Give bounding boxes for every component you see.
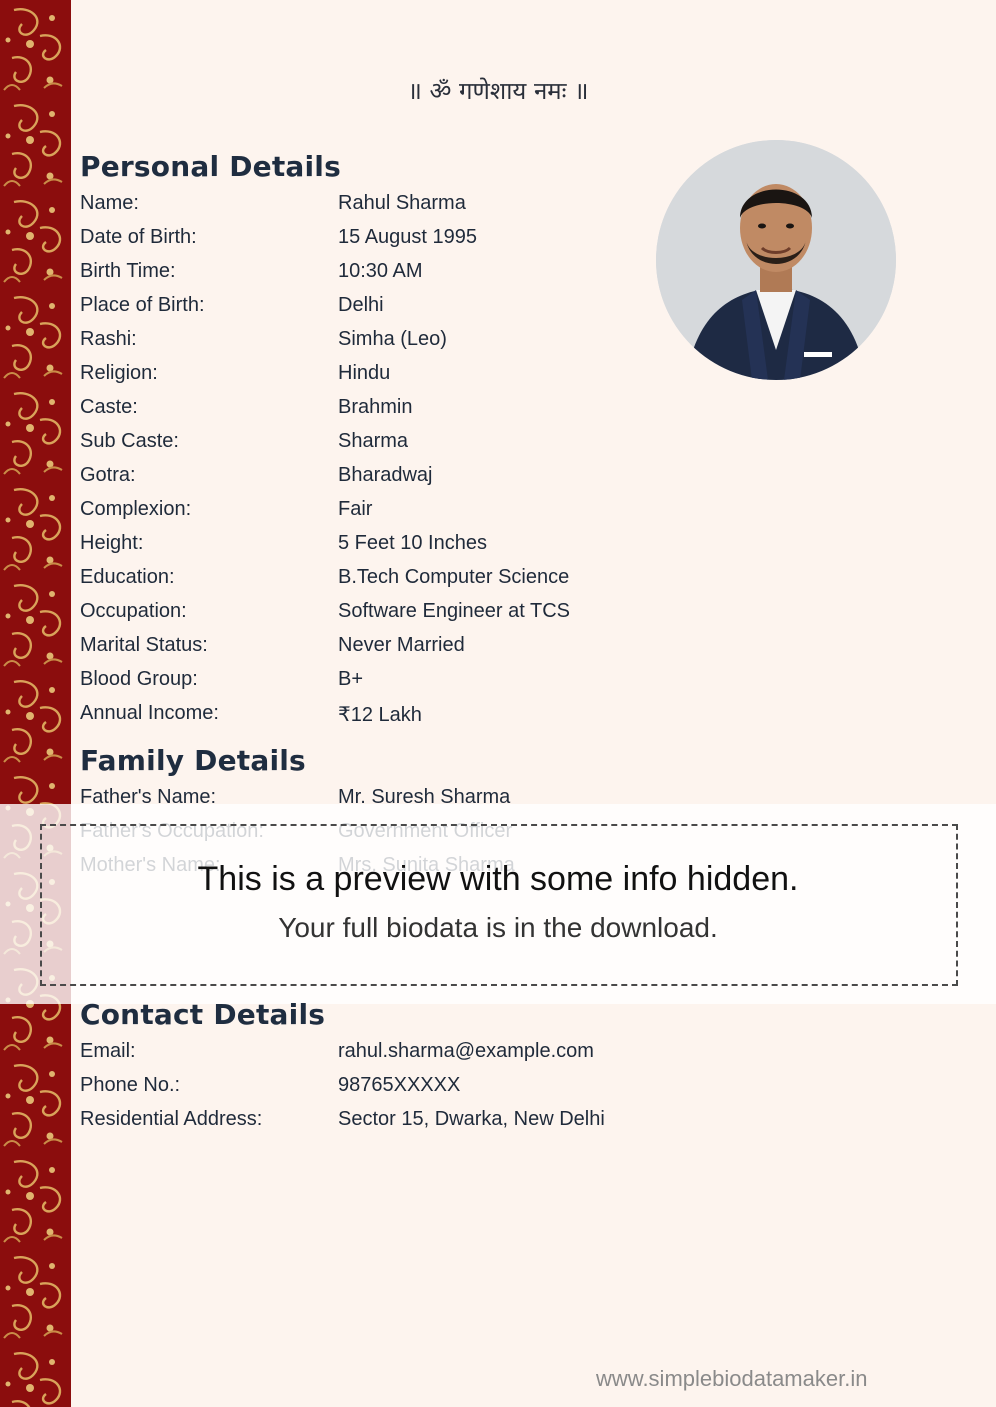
personal-detail-value: Sharma [338, 430, 409, 452]
personal-detail-label: Date of Birth: [80, 226, 197, 248]
personal-detail-label: Name: [80, 192, 139, 214]
personal-detail-value: Bharadwaj [338, 464, 433, 486]
personal-detail-value: Never Married [338, 634, 465, 656]
personal-detail-value: Fair [338, 498, 373, 520]
personal-detail-label: Caste: [80, 396, 138, 418]
personal-detail-value: 10:30 AM [338, 260, 423, 282]
personal-detail-label: Marital Status: [80, 634, 208, 656]
personal-detail-label: Annual Income: [80, 702, 219, 724]
personal-detail-label: Education: [80, 566, 175, 588]
personal-detail-value: B.Tech Computer Science [338, 566, 570, 588]
family-details-heading: Family Details [80, 744, 306, 777]
personal-detail-value: Rahul Sharma [338, 192, 466, 214]
personal-details-heading: Personal Details [80, 150, 341, 183]
personal-detail-value: Simha (Leo) [338, 328, 447, 350]
personal-detail-label: Height: [80, 532, 144, 554]
personal-detail-value: ₹12 Lakh [338, 704, 422, 726]
personal-detail-label: Occupation: [80, 600, 187, 622]
personal-detail-value: B+ [338, 668, 364, 690]
profile-photo [656, 140, 896, 380]
website-watermark: www.simplebiodatamaker.in [596, 1366, 868, 1391]
personal-detail-label: Gotra: [80, 464, 136, 486]
preview-notice-subtitle: Your full biodata is in the download. [278, 912, 718, 943]
contact-details-heading: Contact Details [80, 998, 326, 1031]
contact-detail-value: 98765XXXXX [338, 1074, 461, 1096]
personal-detail-label: Religion: [80, 362, 158, 384]
personal-detail-value: Software Engineer at TCS [338, 600, 570, 622]
contact-detail-label: Email: [80, 1040, 136, 1062]
personal-detail-value: 15 August 1995 [338, 226, 478, 248]
personal-detail-label: Rashi: [80, 328, 137, 350]
ganesh-invocation: ॥ ॐ गणेशाय नमः ॥ [407, 77, 589, 105]
preview-notice-box [40, 824, 958, 986]
contact-detail-label: Residential Address: [80, 1108, 263, 1130]
personal-detail-value: Hindu [338, 362, 391, 384]
decorative-border [0, 0, 71, 1407]
personal-detail-label: Place of Birth: [80, 294, 205, 316]
personal-detail-value: Brahmin [338, 396, 413, 418]
personal-detail-label: Birth Time: [80, 260, 176, 282]
personal-detail-value: Delhi [338, 294, 384, 316]
personal-detail-label: Complexion: [80, 498, 192, 520]
preview-overlay: This is a preview with some info hidden.… [0, 804, 996, 1004]
contact-detail-value: rahul.sharma@example.com [338, 1040, 594, 1062]
personal-detail-value: 5 Feet 10 Inches [338, 532, 487, 554]
personal-detail-label: Sub Caste: [80, 430, 179, 452]
preview-notice-title: This is a preview with some info hidden. [197, 860, 799, 898]
personal-detail-label: Blood Group: [80, 668, 198, 690]
contact-detail-value: Sector 15, Dwarka, New Delhi [338, 1108, 605, 1130]
contact-detail-label: Phone No.: [80, 1074, 181, 1096]
